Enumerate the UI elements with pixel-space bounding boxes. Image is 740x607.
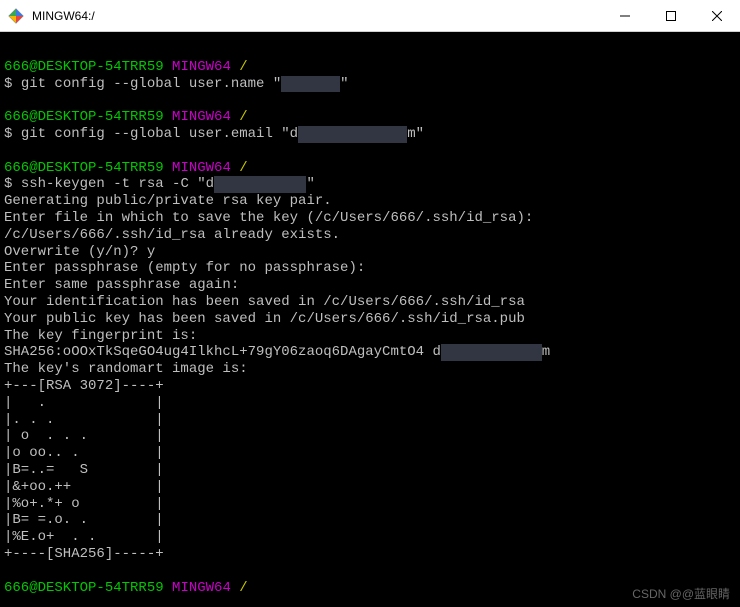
text: d (432, 344, 440, 360)
output-line: Enter same passphrase again: (4, 277, 239, 293)
prompt-line: 666@DESKTOP-54TRR59 MINGW64 / (4, 160, 248, 176)
prompt-line: 666@DESKTOP-54TRR59 MINGW64 / (4, 109, 248, 125)
output-line: Enter passphrase (empty for no passphras… (4, 260, 365, 276)
randomart-line: |B=..= S | (4, 462, 164, 478)
randomart-line: |. . . | (4, 412, 164, 428)
output-line: The key fingerprint is: (4, 328, 197, 344)
command-end: " (340, 76, 348, 92)
minimize-button[interactable] (602, 0, 648, 31)
close-button[interactable] (694, 0, 740, 31)
maximize-button[interactable] (648, 0, 694, 31)
text: " (306, 176, 314, 192)
prompt-host: MINGW64 (172, 160, 231, 176)
command-git-email: git config --global user.email " (21, 126, 290, 142)
randomart-line: | o . . . | (4, 428, 164, 444)
output-line: Your public key has been saved in /c/Use… (4, 311, 525, 327)
prompt-symbol: $ (4, 176, 12, 192)
randomart-line: | . | (4, 395, 164, 411)
text: d (290, 126, 298, 142)
prompt-host: MINGW64 (172, 59, 231, 75)
output-line: Generating public/private rsa key pair. (4, 193, 332, 209)
prompt-line: 666@DESKTOP-54TRR59 MINGW64 / (4, 59, 248, 75)
text: m (542, 344, 550, 360)
redacted-text: ████████████ (441, 344, 542, 361)
output-line: /c/Users/666/.ssh/id_rsa already exists. (4, 227, 340, 243)
randomart-line: +----[SHA256]-----+ (4, 546, 164, 562)
text: d (206, 176, 214, 192)
redacted-text: d███.██ (281, 76, 340, 93)
prompt-path: / (239, 580, 247, 596)
output-line: The key's randomart image is: (4, 361, 248, 377)
prompt-line: 666@DESKTOP-54TRR59 MINGW64 / (4, 580, 248, 596)
watermark: CSDN @@蓝眼睛 (632, 587, 730, 601)
prompt-symbol: $ (4, 76, 12, 92)
app-icon (8, 8, 24, 24)
window-controls (602, 0, 740, 31)
randomart-line: |&+oo.++ | (4, 479, 164, 495)
prompt-user: 666@DESKTOP-54TRR59 (4, 59, 164, 75)
randomart-line: +---[RSA 3072]----+ (4, 378, 164, 394)
command-git-name: git config --global user.name " (21, 76, 281, 92)
output-line: Your identification has been saved in /c… (4, 294, 525, 310)
prompt-user: 666@DESKTOP-54TRR59 (4, 109, 164, 125)
prompt-path: / (239, 59, 247, 75)
prompt-symbol: $ (4, 126, 12, 142)
prompt-user: 666@DESKTOP-54TRR59 (4, 160, 164, 176)
command-ssh-keygen: ssh-keygen -t rsa -C " (21, 176, 206, 192)
redacted-text: ███████.com (214, 176, 306, 193)
prompt-path: / (239, 109, 247, 125)
terminal-output[interactable]: 666@DESKTOP-54TRR59 MINGW64 / $ git conf… (0, 32, 740, 607)
redacted-text: ███████163███ (298, 126, 407, 143)
prompt-user: 666@DESKTOP-54TRR59 (4, 580, 164, 596)
prompt-host: MINGW64 (172, 580, 231, 596)
window-titlebar: MINGW64:/ (0, 0, 740, 32)
output-line: Overwrite (y/n)? y (4, 244, 155, 260)
output-fingerprint: SHA256:oOOxTkSqeGO4ug4IlkhcL+79gY06zaoq6… (4, 344, 432, 360)
randomart-line: |%o+.*+ o | (4, 496, 164, 512)
window-title: MINGW64:/ (32, 9, 602, 23)
prompt-path: / (239, 160, 247, 176)
randomart-line: |o oo.. . | (4, 445, 164, 461)
output-line: Enter file in which to save the key (/c/… (4, 210, 533, 226)
prompt-host: MINGW64 (172, 109, 231, 125)
text: m" (407, 126, 424, 142)
randomart-line: |%E.o+ . . | (4, 529, 164, 545)
randomart-line: |B= =.o. . | (4, 512, 164, 528)
